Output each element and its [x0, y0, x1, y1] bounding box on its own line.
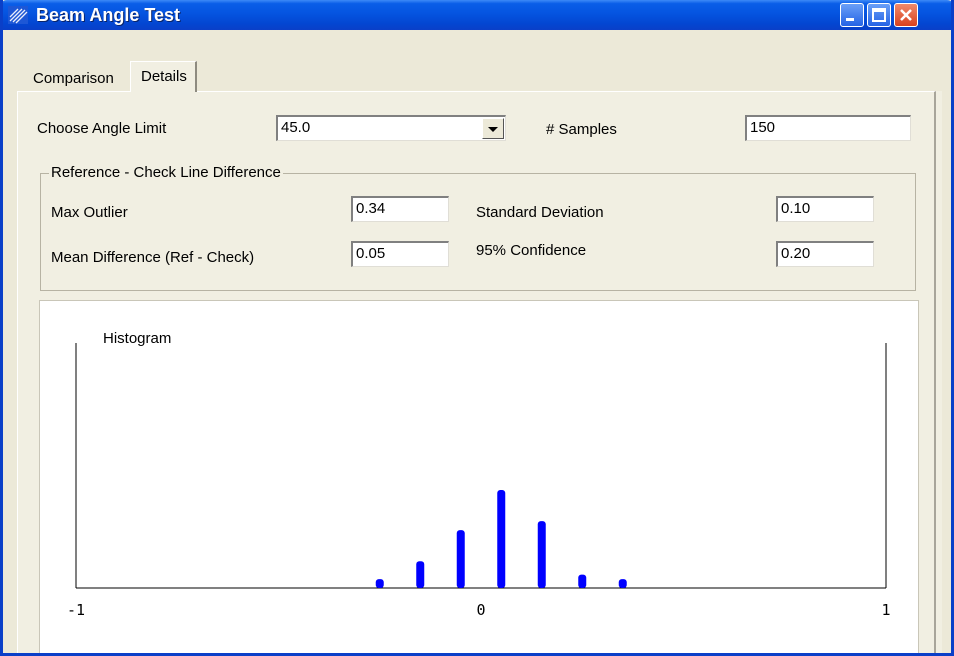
samples-value: 150 [750, 119, 776, 136]
window-title: Beam Angle Test [36, 5, 181, 25]
tab-comparison[interactable]: Comparison [23, 66, 124, 90]
reference-check-group [40, 173, 916, 291]
histogram-bar [497, 490, 506, 588]
angle-limit-select[interactable]: 45.0 [276, 115, 506, 141]
mean-difference-value: 0.05 [356, 245, 386, 262]
histogram-chart: Histogram -1 0 1 [39, 300, 919, 653]
samples-label: # Samples [546, 121, 617, 138]
max-outlier-field[interactable]: 0.34 [351, 196, 449, 222]
std-dev-label: Standard Deviation [476, 204, 604, 221]
confidence-value: 0.20 [781, 245, 811, 262]
ticks-group: -1 0 1 [67, 601, 891, 619]
histogram-bar [456, 530, 465, 588]
angle-limit-dropdown-button[interactable] [482, 118, 504, 139]
close-button[interactable] [894, 3, 918, 27]
title-bar[interactable]: Beam Angle Test [3, 0, 951, 30]
histogram-bar [618, 579, 627, 588]
max-outlier-label: Max Outlier [51, 204, 128, 221]
group-title: Reference - Check Line Difference [49, 164, 283, 181]
std-dev-field[interactable]: 0.10 [776, 196, 874, 222]
bars-group [375, 490, 627, 588]
mean-difference-label: Mean Difference (Ref - Check) [51, 249, 255, 266]
histogram-bar [375, 579, 384, 588]
histogram-bar [537, 521, 546, 588]
angle-limit-label: Choose Angle Limit [37, 120, 167, 137]
angle-limit-value: 45.0 [281, 119, 311, 136]
minimize-icon [846, 18, 854, 21]
chevron-down-icon [488, 127, 498, 132]
panel-edge [936, 91, 942, 653]
samples-field[interactable]: 150 [745, 115, 911, 141]
chart-title: Histogram [103, 330, 171, 347]
x-tick-label: 1 [881, 601, 890, 619]
close-icon [900, 9, 912, 21]
tab-details-label: Details [141, 68, 187, 85]
app-icon [8, 6, 28, 24]
confidence-label: 95% Confidence [476, 242, 587, 259]
app-window: Beam Angle Test Comparison Details Choos… [0, 0, 954, 656]
histogram-bar [578, 574, 587, 588]
minimize-button[interactable] [840, 3, 864, 27]
histogram-svg: Histogram -1 0 1 [67, 330, 891, 619]
maximize-icon [872, 8, 886, 22]
histogram-bar [416, 561, 425, 588]
maximize-button[interactable] [867, 3, 891, 27]
tab-details[interactable]: Details [130, 61, 197, 92]
x-tick-label: 0 [476, 601, 485, 619]
mean-difference-field[interactable]: 0.05 [351, 241, 449, 267]
tab-comparison-label: Comparison [33, 70, 114, 87]
x-tick-label: -1 [67, 601, 85, 619]
std-dev-value: 0.10 [781, 200, 811, 217]
max-outlier-value: 0.34 [356, 200, 386, 217]
confidence-field[interactable]: 0.20 [776, 241, 874, 267]
